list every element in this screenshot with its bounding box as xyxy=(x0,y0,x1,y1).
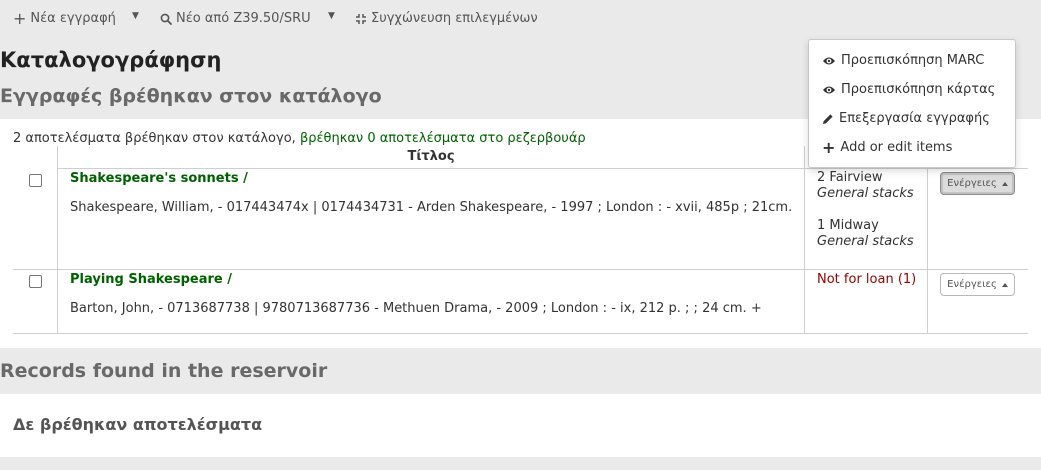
reservoir-results-link[interactable]: βρέθηκαν 0 αποτελέσματα στο ρεζερβουάρ xyxy=(300,131,586,146)
holding-info: 2 Fairview General stacks xyxy=(817,170,914,202)
new-from-z3950-label: Νέο από Z39.50/SRU xyxy=(176,11,311,26)
header-divider xyxy=(57,168,1028,169)
holding-branch: 2 Fairview xyxy=(817,170,883,185)
menu-item-label: Add or edit items xyxy=(840,140,953,155)
select-record-checkbox[interactable] xyxy=(29,174,42,187)
page-title: Καταλογογράφηση xyxy=(0,48,222,72)
row-divider xyxy=(13,269,1028,270)
merge-selected-label: Συγχώνευση επιλεγμένων xyxy=(371,11,538,26)
no-results-message: Δε βρέθηκαν αποτελέσματα xyxy=(13,415,263,434)
holding-location: General stacks xyxy=(817,234,914,249)
reservoir-section-title: Records found in the reservoir xyxy=(0,360,328,382)
menu-item-edit-record[interactable]: Επεξεργασία εγγραφής xyxy=(822,111,990,126)
search-icon xyxy=(160,13,172,25)
actions-label: Ενέργειες xyxy=(947,178,997,189)
results-summary: 2 αποτελέσματα βρέθηκαν στον κατάλογο, β… xyxy=(13,131,586,146)
holding-info: 1 Midway General stacks xyxy=(817,218,914,250)
z3950-dropdown-toggle[interactable]: ▼ xyxy=(328,11,335,21)
actions-dropdown-button[interactable]: Ενέργειες xyxy=(940,273,1015,296)
new-record-dropdown-toggle[interactable]: ▼ xyxy=(132,11,139,21)
column-divider xyxy=(57,146,58,334)
new-from-z3950-button[interactable]: Νέο από Z39.50/SRU xyxy=(160,11,311,26)
pencil-icon xyxy=(823,113,833,124)
actions-label: Ενέργειες xyxy=(947,279,997,290)
new-record-button[interactable]: + Νέα εγγραφή xyxy=(13,9,116,28)
actions-dropdown-menu: Προεπισκόπηση MARC Προεπισκόπηση κάρτας … xyxy=(808,39,1016,168)
record-details: Barton, John, - 0713687738 | 97807136877… xyxy=(70,301,762,316)
eye-icon xyxy=(823,57,835,64)
actions-dropdown-button[interactable]: Ενέργειες xyxy=(940,172,1015,195)
column-header-title: Τίτλος xyxy=(407,149,455,164)
record-title-link[interactable]: Playing Shakespeare / xyxy=(70,272,232,287)
availability-status: Not for loan (1) xyxy=(817,272,917,287)
caret-up-icon xyxy=(1001,181,1008,186)
menu-item-label: Επεξεργασία εγγραφής xyxy=(839,111,990,126)
holding-location: General stacks xyxy=(817,186,914,201)
menu-item-marc-preview[interactable]: Προεπισκόπηση MARC xyxy=(822,53,984,68)
column-divider xyxy=(927,146,928,334)
cataloging-toolbar: + Νέα εγγραφή ▼ Νέο από Z39.50/SRU ▼ Συγ… xyxy=(0,0,1041,40)
holding-branch: 1 Midway xyxy=(817,218,879,233)
results-table: Τίτλος Shakespeare's sonnets / Shakespea… xyxy=(13,146,1028,334)
summary-text: 2 αποτελέσματα βρέθηκαν στον κατάλογο, xyxy=(13,131,296,146)
select-record-checkbox[interactable] xyxy=(29,275,42,288)
row-divider xyxy=(13,333,1028,334)
catalog-section-title: Εγγραφές βρέθηκαν στον κατάλογο xyxy=(0,85,382,107)
merge-selected-button[interactable]: Συγχώνευση επιλεγμένων xyxy=(355,11,538,26)
reservoir-results-panel: Δε βρέθηκαν αποτελέσματα xyxy=(0,394,1041,457)
caret-up-icon xyxy=(1001,282,1008,287)
eye-icon xyxy=(823,86,835,93)
menu-item-card-preview[interactable]: Προεπισκόπηση κάρτας xyxy=(822,82,995,97)
record-title-link[interactable]: Shakespeare's sonnets / xyxy=(70,171,248,186)
new-record-label: Νέα εγγραφή xyxy=(30,11,116,26)
record-details: Shakespeare, William, - 017443474x | 017… xyxy=(70,200,793,215)
compress-icon xyxy=(356,13,366,24)
menu-item-add-edit-items[interactable]: + Add or edit items xyxy=(822,138,953,157)
plus-icon: + xyxy=(822,138,836,157)
menu-item-label: Προεπισκόπηση κάρτας xyxy=(841,82,996,97)
menu-item-label: Προεπισκόπηση MARC xyxy=(841,53,985,68)
column-divider xyxy=(804,146,805,334)
plus-icon: + xyxy=(13,9,27,28)
